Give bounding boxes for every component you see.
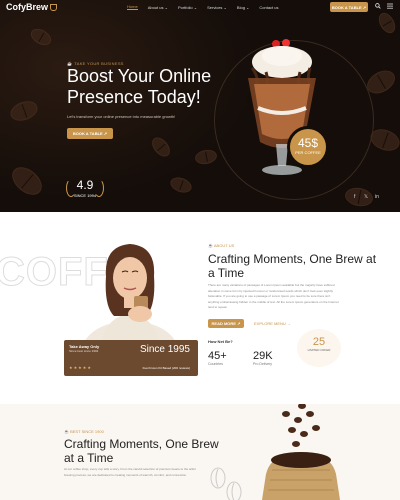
nav-blog[interactable]: Blog ⌄ bbox=[237, 4, 249, 10]
craft-title: Crafting Moments, One Brew at a Time bbox=[64, 437, 219, 465]
nav-contact[interactable]: Contact us bbox=[259, 4, 278, 10]
read-more-button[interactable]: READ MORE ↗ bbox=[208, 319, 244, 328]
rating-badge: 4.9 SINCE 1994 bbox=[66, 178, 104, 206]
card-year: Since 1995 bbox=[139, 344, 190, 355]
stat-value: 45+ bbox=[208, 350, 227, 362]
nav-home[interactable]: Home bbox=[127, 4, 138, 10]
info-card: Take Away Only Since best since 1994 Sin… bbox=[64, 340, 198, 376]
years-number: 25 bbox=[312, 336, 326, 348]
about-tag: ☕ ABOUT US bbox=[208, 243, 235, 248]
stat-value: 29K bbox=[253, 350, 273, 362]
card-best: Fuel brown Kit Based (200 reviews) bbox=[142, 366, 190, 370]
cup-icon bbox=[50, 3, 58, 11]
stats-heading: How Net Be? bbox=[208, 339, 233, 344]
woman-with-coffee-image bbox=[82, 244, 178, 356]
search-icon[interactable] bbox=[374, 3, 382, 11]
coffee-bean-outline-icon bbox=[210, 467, 242, 500]
hero-book-button[interactable]: BOOK A TABLE ↗ bbox=[67, 128, 113, 139]
hero-section: CofyBrew Home About us ⌄ Portfolio ⌄ Ser… bbox=[0, 0, 400, 212]
craft-tag: ☕ BEST SINCE 1900 bbox=[64, 429, 104, 434]
stat-label: Pro Delivery bbox=[253, 362, 273, 366]
star-rating-icon: ★★★★★ bbox=[69, 365, 92, 370]
coffee-bean-decoration bbox=[343, 185, 375, 209]
hamburger-icon[interactable] bbox=[386, 3, 394, 11]
nav-portfolio[interactable]: Portfolio ⌄ bbox=[178, 4, 197, 10]
hero-subtitle: Let's transform your online presence int… bbox=[67, 114, 176, 119]
laurel-right-icon bbox=[94, 179, 104, 197]
coffee-sack-image bbox=[262, 404, 340, 500]
about-paragraph: There are many variations of passages of… bbox=[208, 283, 339, 309]
stat-countries: 45+ Countries bbox=[208, 350, 227, 366]
nav-services[interactable]: Services ⌄ bbox=[207, 4, 227, 10]
x-icon[interactable]: 𝕏 bbox=[364, 194, 368, 200]
book-table-button[interactable]: BOOK A TABLE ↗ bbox=[330, 2, 368, 12]
about-section: COFFE Take Away Only Since best since 19… bbox=[0, 212, 400, 404]
years-label: LIMITED OFFER bbox=[307, 348, 331, 352]
nav-menu: Home About us ⌄ Portfolio ⌄ Services ⌄ B… bbox=[127, 4, 279, 10]
price-badge: 45$ PER COFFEE bbox=[287, 126, 329, 168]
price-amount: 45$ bbox=[297, 136, 319, 150]
explore-menu-link[interactable]: EXPLORE MENU → bbox=[254, 321, 291, 326]
top-nav: CofyBrew Home About us ⌄ Portfolio ⌄ Ser… bbox=[0, 0, 400, 14]
linkedin-icon[interactable]: in bbox=[375, 194, 379, 200]
stat-label: Countries bbox=[208, 362, 223, 366]
logo[interactable]: CofyBrew bbox=[6, 2, 58, 12]
card-role: Since best since 1994 bbox=[69, 349, 99, 353]
craft-paragraph: At our coffee shop, every cup tells a st… bbox=[64, 467, 196, 477]
stat-delivery: 29K Pro Delivery bbox=[253, 350, 273, 366]
about-title: Crafting Moments, One Brew at a Time bbox=[208, 252, 377, 280]
years-badge: 25 LIMITED OFFER bbox=[297, 329, 341, 367]
laurel-left-icon bbox=[66, 179, 76, 197]
price-unit: PER COFFEE bbox=[295, 150, 321, 155]
craft-section: ☕ BEST SINCE 1900 Crafting Moments, One … bbox=[0, 404, 400, 500]
facebook-icon[interactable]: f bbox=[354, 194, 355, 200]
nav-about[interactable]: About us ⌄ bbox=[148, 4, 168, 10]
